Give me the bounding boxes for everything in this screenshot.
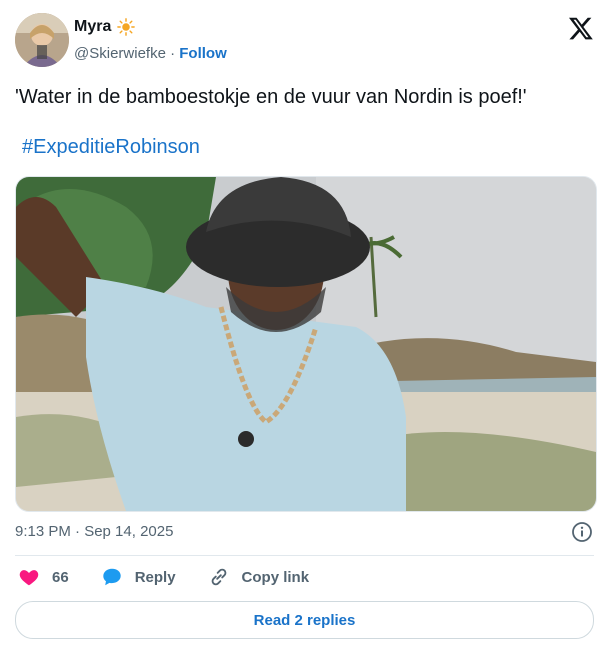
divider [15,555,594,556]
author-name-row: Myra [74,18,136,36]
user-handle[interactable]: @Skierwiefke [74,45,166,62]
info-icon[interactable] [571,521,593,543]
like-count: 66 [52,568,69,586]
tweet-timestamp[interactable]: 9:13 PM · Sep 14, 2025 [15,523,173,540]
avatar-image [15,13,69,67]
reply-bubble-icon [102,568,121,586]
display-name[interactable]: Myra [74,18,111,36]
handle-row: @Skierwiefke · Follow [74,45,227,62]
hashtag-link[interactable]: #ExpeditieRobinson [22,136,200,159]
read-replies-label: Read 2 replies [253,611,356,629]
read-replies-button[interactable]: Read 2 replies [15,601,594,639]
copy-link-button[interactable]: Copy link [208,566,310,588]
link-icon [211,568,226,586]
tweet-media-image[interactable] [15,176,597,512]
media-photo [16,177,596,511]
follow-button[interactable]: Follow [179,45,227,62]
reply-label: Reply [134,568,176,586]
heart-icon [19,570,39,586]
copy-link-label: Copy link [241,568,310,586]
tweet-actions: 66 Reply Copy link [18,566,341,588]
sun-icon [117,18,136,36]
tweet-text: 'Water in de bamboestokje en de vuur van… [15,86,527,108]
handle-separator: · [165,45,180,62]
like-button[interactable]: 66 [18,566,69,588]
avatar[interactable] [15,13,69,67]
reply-button[interactable]: Reply [101,566,176,588]
x-logo-icon[interactable] [568,15,594,41]
